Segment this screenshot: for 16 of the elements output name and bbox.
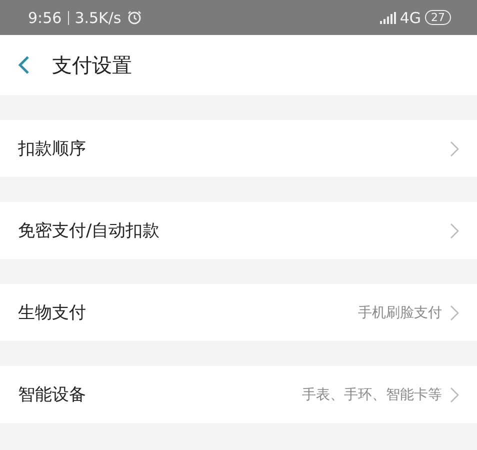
back-icon[interactable] — [18, 55, 30, 75]
settings-item[interactable]: 扣款顺序 — [0, 120, 477, 177]
settings-item[interactable]: 免密支付/自动扣款 — [0, 202, 477, 259]
chevron-icon — [450, 140, 459, 156]
signal-icon — [380, 12, 396, 24]
chevron-icon — [450, 222, 459, 238]
network-speed: 3.5K/s — [74, 8, 122, 26]
alarm-icon — [127, 10, 142, 25]
chevron-icon — [450, 386, 459, 402]
settings-item[interactable]: 智能设备 手表、手环、智能卡等 — [0, 366, 477, 423]
network-type: 4G — [400, 8, 421, 26]
chevron-icon — [450, 304, 459, 320]
clock-time: 9:56 — [28, 8, 62, 26]
page-title: 支付设置 — [52, 52, 132, 78]
battery-level: 27 — [425, 10, 451, 25]
settings-item[interactable]: 生物支付 手机刷脸支付 — [0, 284, 477, 341]
